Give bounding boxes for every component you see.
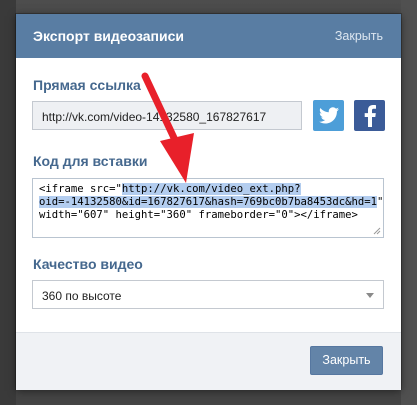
- dialog-title: Экспорт видеозаписи: [33, 28, 184, 44]
- facebook-share-button[interactable]: [354, 100, 385, 131]
- backdrop-left-edge: [0, 0, 16, 405]
- chevron-down-icon: [366, 293, 374, 298]
- resize-grip-icon[interactable]: [373, 227, 381, 235]
- embed-line2-selected: oid=-14132580&id=167827617&hash=769bc0b7…: [39, 196, 378, 208]
- titlebar-close-link[interactable]: Закрыть: [335, 29, 383, 43]
- close-button[interactable]: Закрыть: [310, 346, 383, 375]
- embed-line1-plain: <iframe src=": [39, 183, 122, 195]
- quality-selected-value: 360 по высоте: [42, 289, 122, 303]
- embed-line2-plain: ": [377, 196, 384, 208]
- export-video-dialog: Экспорт видеозаписи Закрыть Прямая ссылк…: [16, 14, 401, 390]
- twitter-icon: [318, 107, 339, 124]
- dialog-titlebar: Экспорт видеозаписи Закрыть: [16, 14, 401, 58]
- embed-code-label: Код для вставки: [33, 153, 148, 169]
- quality-dropdown[interactable]: 360 по высоте: [32, 280, 384, 309]
- embed-line1-selected: http://vk.com/video_ext.php?: [121, 183, 301, 195]
- direct-link-field[interactable]: http://vk.com/video-14132580_167827617: [32, 101, 302, 130]
- quality-label: Качество видео: [33, 256, 143, 272]
- dialog-footer: Закрыть: [16, 332, 401, 390]
- embed-code-textarea[interactable]: <iframe src="http://vk.com/video_ext.php…: [32, 178, 384, 238]
- embed-line3: width="607" height="360" frameborder="0"…: [39, 209, 358, 221]
- direct-link-label: Прямая ссылка: [33, 77, 141, 93]
- twitter-share-button[interactable]: [313, 100, 344, 131]
- facebook-icon: [364, 104, 376, 127]
- backdrop-right-edge: [401, 0, 417, 405]
